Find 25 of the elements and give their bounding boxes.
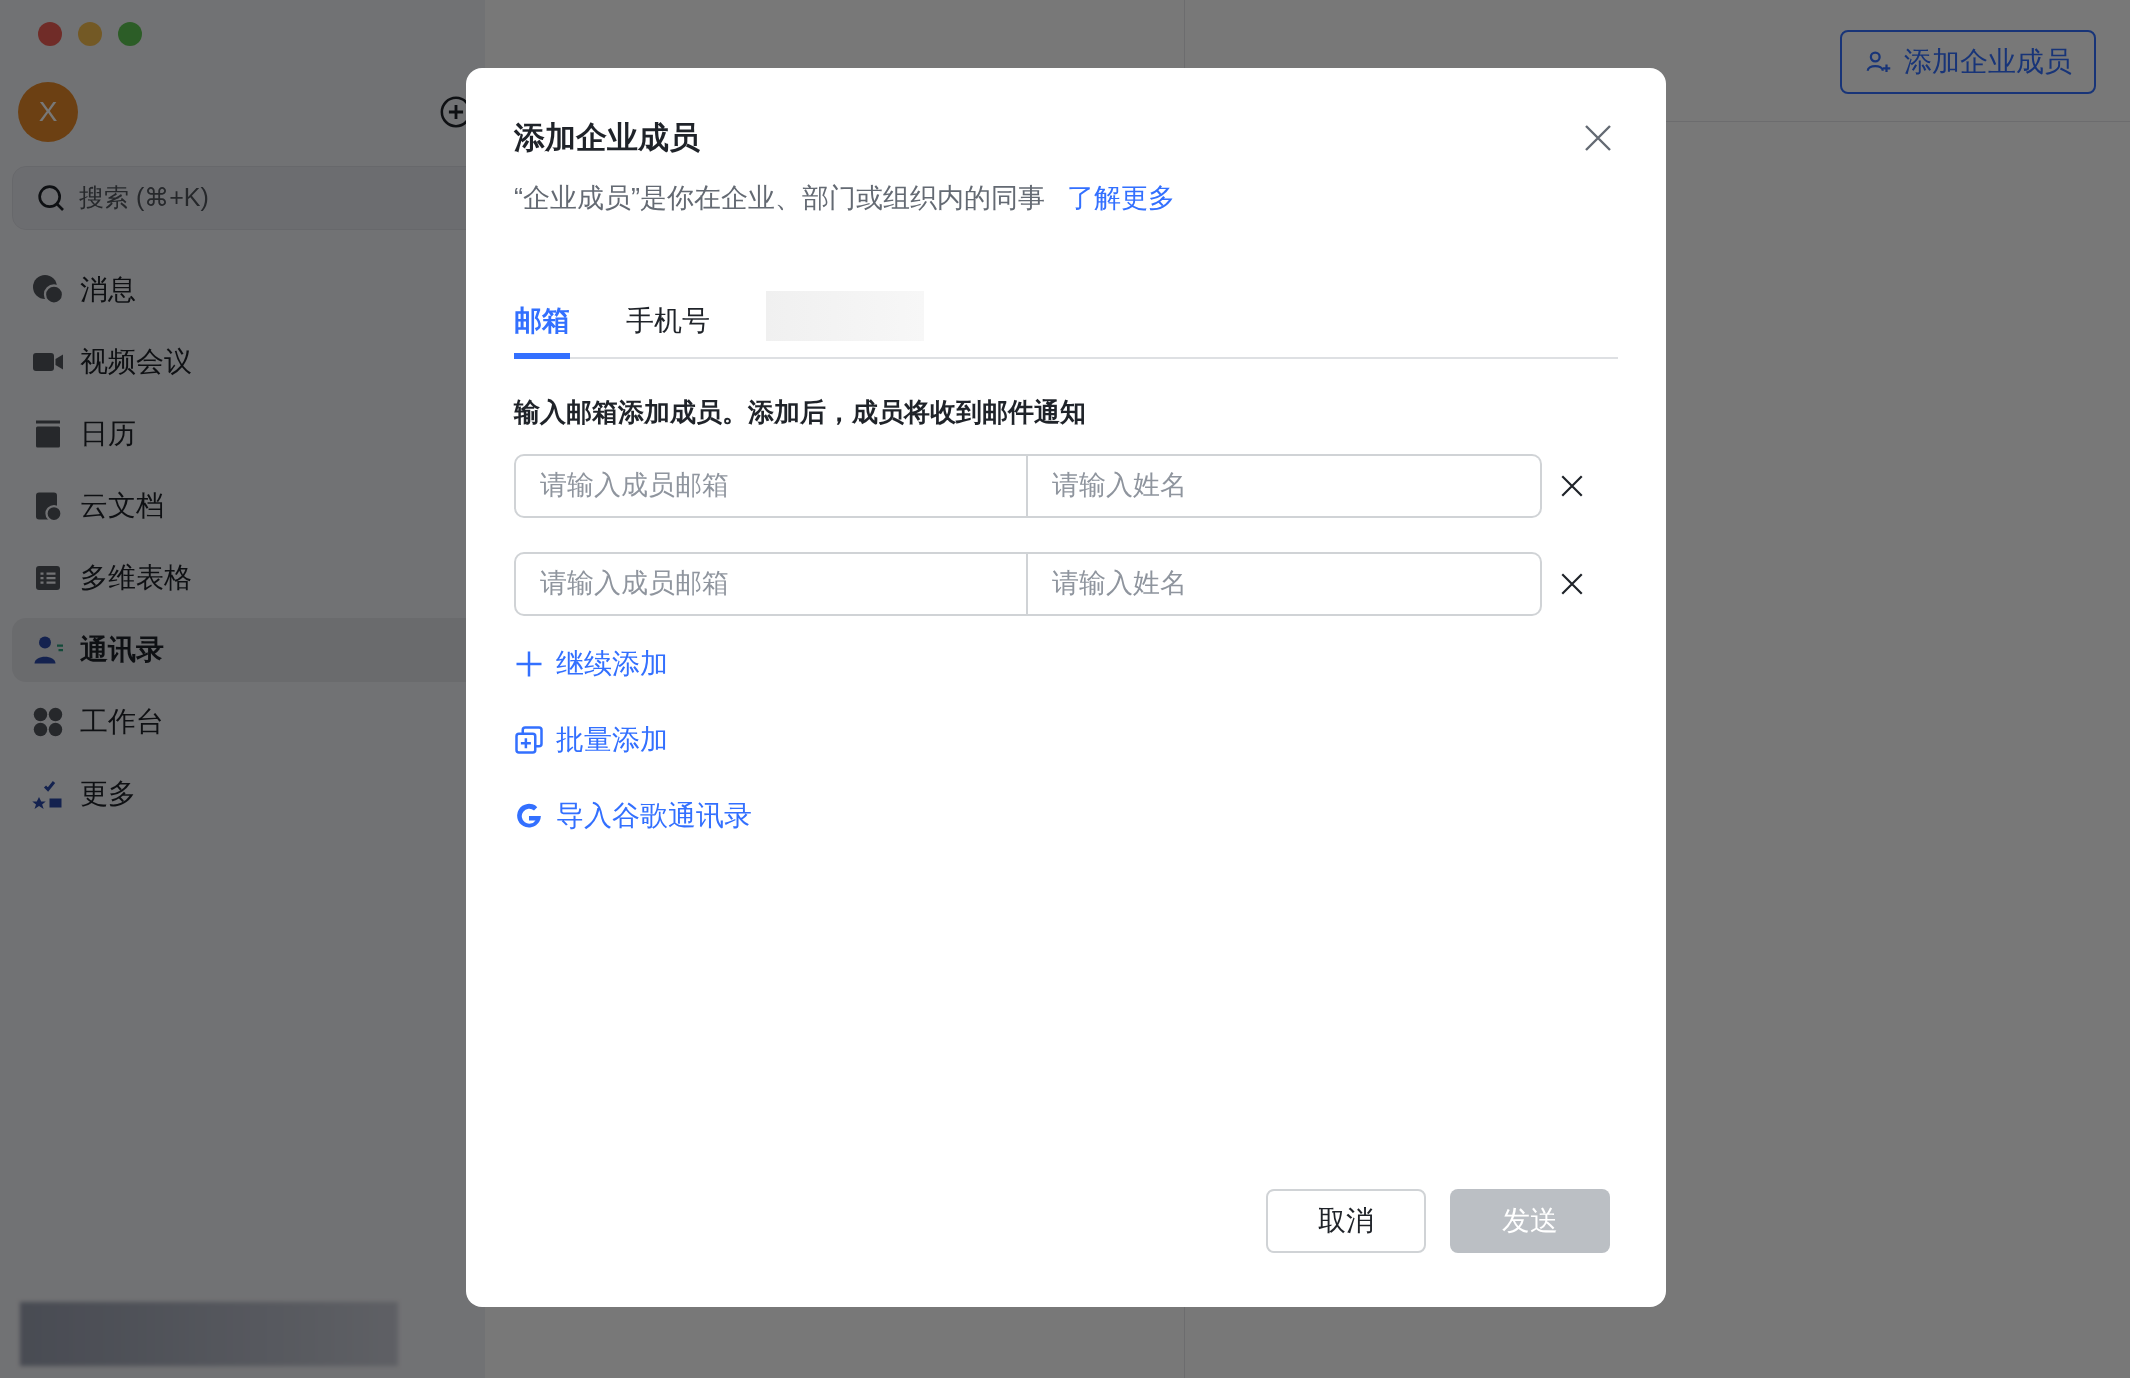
email-input-field[interactable]: 请输入成员邮箱 — [514, 551, 1028, 616]
batch-add-icon — [514, 724, 544, 755]
dialog-title: 添加企业成员 — [514, 119, 700, 157]
name-input-field[interactable]: 请输入姓名 — [1028, 453, 1542, 518]
action-link[interactable]: 继续添加 — [514, 645, 1618, 682]
sidebar-item[interactable]: 更多 — [12, 762, 485, 826]
sidebar-item[interactable]: 日历 — [12, 402, 485, 466]
dialog-subtitle: “企业成员”是你在企业、部门或组织内的同事 — [514, 182, 1045, 215]
sidebar-item[interactable]: 视频会议 — [12, 330, 485, 394]
search-placeholder: 搜索 (⌘+K) — [79, 182, 209, 214]
add-members-button[interactable]: 添加企业成员 — [1840, 30, 2096, 94]
tab[interactable]: 手机号 — [626, 288, 710, 359]
avatar[interactable]: X — [18, 82, 78, 142]
name-input-field[interactable]: 请输入姓名 — [1028, 551, 1542, 616]
sidebar-item[interactable]: 工作台 — [12, 690, 485, 754]
instruction-text: 输入邮箱添加成员。添加后，成员将收到邮件通知 — [514, 395, 1087, 429]
sidebar-item[interactable]: 云文档 — [12, 474, 485, 538]
sidebar-item[interactable]: 消息 — [12, 258, 485, 322]
email-input-field[interactable]: 请输入成员邮箱 — [514, 453, 1028, 518]
tab[interactable]: 邮箱 — [514, 288, 570, 359]
learn-more-link[interactable]: 了解更多 — [1067, 178, 1175, 219]
action-link[interactable]: 导入谷歌通讯录 — [514, 797, 1618, 834]
cancel-button[interactable]: 取消 — [1266, 1189, 1426, 1253]
action-link[interactable]: 批量添加 — [514, 721, 1618, 758]
sidebar-item[interactable]: 多维表格 — [12, 546, 485, 610]
